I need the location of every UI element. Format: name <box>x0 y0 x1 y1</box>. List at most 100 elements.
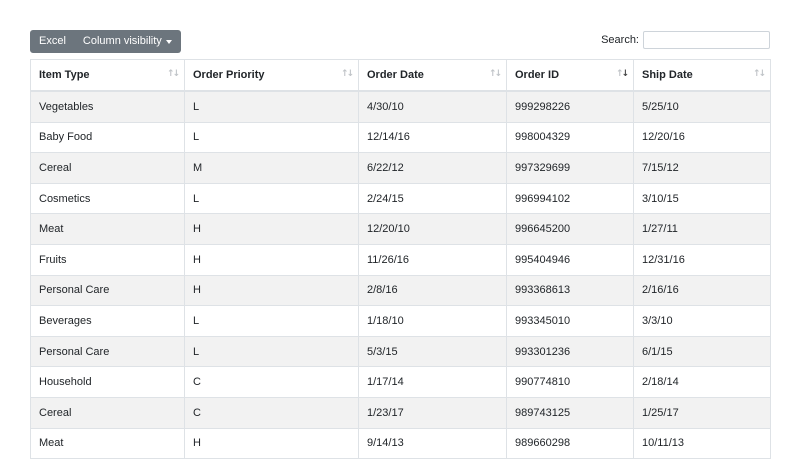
cell-ship-date: 5/25/10 <box>633 90 771 123</box>
cell-ship-date: 2/18/14 <box>633 366 771 398</box>
table-row: Vegetables L 4/30/10 999298226 5/25/10 <box>30 90 771 123</box>
cell-order-id: 995404946 <box>506 243 634 276</box>
cell-order-priority: M <box>184 152 359 184</box>
cell-ship-date: 12/31/16 <box>633 243 771 276</box>
cell-order-priority: L <box>184 121 359 154</box>
sort-icon: ↑↓ <box>488 69 502 79</box>
cell-item-type: Personal Care <box>30 274 185 307</box>
column-header-label: Order Priority <box>193 69 265 81</box>
cell-order-priority: L <box>184 182 359 215</box>
cell-order-id: 996645200 <box>506 213 634 245</box>
cell-order-date: 2/24/15 <box>358 182 507 215</box>
cell-item-type: Beverages <box>30 305 185 337</box>
cell-order-priority: H <box>184 274 359 307</box>
cell-order-id: 997329699 <box>506 152 634 184</box>
cell-order-date: 12/20/10 <box>358 213 507 245</box>
cell-order-id: 999298226 <box>506 90 634 123</box>
data-table: Item Type ↑↓ Order Priority ↑↓ Order Dat… <box>30 59 771 459</box>
cell-ship-date: 1/25/17 <box>633 396 771 429</box>
cell-order-id: 993345010 <box>506 305 634 337</box>
cell-ship-date: 6/1/15 <box>633 335 771 368</box>
cell-order-priority: L <box>184 335 359 368</box>
cell-item-type: Meat <box>30 213 185 245</box>
cell-ship-date: 3/3/10 <box>633 305 771 337</box>
cell-order-id: 993301236 <box>506 335 634 368</box>
cell-order-id: 993368613 <box>506 274 634 307</box>
search-input[interactable] <box>643 31 770 49</box>
search-label: Search: <box>601 34 639 46</box>
cell-order-priority: C <box>184 366 359 398</box>
cell-order-date: 12/14/16 <box>358 121 507 154</box>
table-row: Household C 1/17/14 990774810 2/18/14 <box>30 366 771 398</box>
table-row: Beverages L 1/18/10 993345010 3/3/10 <box>30 305 771 337</box>
table-row: Meat H 9/14/13 989660298 10/11/13 <box>30 427 771 459</box>
cell-item-type: Personal Care <box>30 335 185 368</box>
column-header-label: Ship Date <box>642 69 693 81</box>
table-row: Fruits H 11/26/16 995404946 12/31/16 <box>30 243 771 276</box>
column-header-order-priority[interactable]: Order Priority ↑↓ <box>184 59 359 92</box>
cell-item-type: Fruits <box>30 243 185 276</box>
excel-export-button[interactable]: Excel <box>30 30 75 53</box>
cell-order-id: 996994102 <box>506 182 634 215</box>
column-header-order-id[interactable]: Order ID ↑↓ <box>506 59 634 92</box>
cell-ship-date: 7/15/12 <box>633 152 771 184</box>
header-row: Item Type ↑↓ Order Priority ↑↓ Order Dat… <box>30 59 771 92</box>
cell-order-id: 989743125 <box>506 396 634 429</box>
sort-icon: ↑↓ <box>166 69 180 79</box>
column-header-ship-date[interactable]: Ship Date ↑↓ <box>633 59 771 92</box>
cell-order-date: 2/8/16 <box>358 274 507 307</box>
cell-order-id: 990774810 <box>506 366 634 398</box>
sort-desc-icon: ↑↓ <box>615 69 629 79</box>
cell-item-type: Household <box>30 366 185 398</box>
table-row: Cereal M 6/22/12 997329699 7/15/12 <box>30 152 771 184</box>
cell-order-id: 989660298 <box>506 427 634 459</box>
cell-item-type: Baby Food <box>30 121 185 154</box>
column-header-item-type[interactable]: Item Type ↑↓ <box>30 59 185 92</box>
cell-ship-date: 2/16/16 <box>633 274 771 307</box>
search-box: Search: <box>601 30 770 50</box>
cell-order-date: 1/17/14 <box>358 366 507 398</box>
cell-order-id: 998004329 <box>506 121 634 154</box>
sort-icon: ↑↓ <box>752 69 766 79</box>
cell-order-date: 5/3/15 <box>358 335 507 368</box>
table-row: Baby Food L 12/14/16 998004329 12/20/16 <box>30 121 771 154</box>
cell-order-priority: H <box>184 213 359 245</box>
column-header-label: Order ID <box>515 69 560 81</box>
cell-order-date: 4/30/10 <box>358 90 507 123</box>
column-header-label: Order Date <box>367 69 424 81</box>
table-row: Cosmetics L 2/24/15 996994102 3/10/15 <box>30 182 771 215</box>
cell-item-type: Meat <box>30 427 185 459</box>
cell-order-date: 11/26/16 <box>358 243 507 276</box>
table-header: Item Type ↑↓ Order Priority ↑↓ Order Dat… <box>30 59 771 92</box>
column-header-label: Item Type <box>39 69 90 81</box>
cell-ship-date: 12/20/16 <box>633 121 771 154</box>
cell-order-priority: L <box>184 305 359 337</box>
cell-order-priority: H <box>184 243 359 276</box>
cell-order-priority: H <box>184 427 359 459</box>
cell-ship-date: 1/27/11 <box>633 213 771 245</box>
cell-ship-date: 3/10/15 <box>633 182 771 215</box>
column-header-order-date[interactable]: Order Date ↑↓ <box>358 59 507 92</box>
cell-item-type: Cereal <box>30 396 185 429</box>
table-body: Vegetables L 4/30/10 999298226 5/25/10 Baby F… <box>30 90 771 459</box>
table-row: Meat H 12/20/10 996645200 1/27/11 <box>30 213 771 245</box>
cell-item-type: Vegetables <box>30 90 185 123</box>
table-row: Personal Care H 2/8/16 993368613 2/16/16 <box>30 274 771 307</box>
cell-order-priority: C <box>184 396 359 429</box>
column-visibility-button[interactable]: Column visibility <box>74 30 181 53</box>
caret-down-icon <box>165 39 172 44</box>
cell-item-type: Cereal <box>30 152 185 184</box>
cell-order-date: 1/18/10 <box>358 305 507 337</box>
cell-ship-date: 10/11/13 <box>633 427 771 459</box>
cell-order-date: 9/14/13 <box>358 427 507 459</box>
export-button-group: Excel Column visibility <box>30 30 181 53</box>
cell-order-date: 6/22/12 <box>358 152 507 184</box>
table-toolbar: Excel Column visibility <box>30 30 181 53</box>
cell-order-priority: L <box>184 90 359 123</box>
sort-icon: ↑↓ <box>340 69 354 79</box>
table-row: Cereal C 1/23/17 989743125 1/25/17 <box>30 396 771 429</box>
cell-item-type: Cosmetics <box>30 182 185 215</box>
table-row: Personal Care L 5/3/15 993301236 6/1/15 <box>30 335 771 368</box>
column-visibility-label: Column visibility <box>82 35 162 47</box>
cell-order-date: 1/23/17 <box>358 396 507 429</box>
